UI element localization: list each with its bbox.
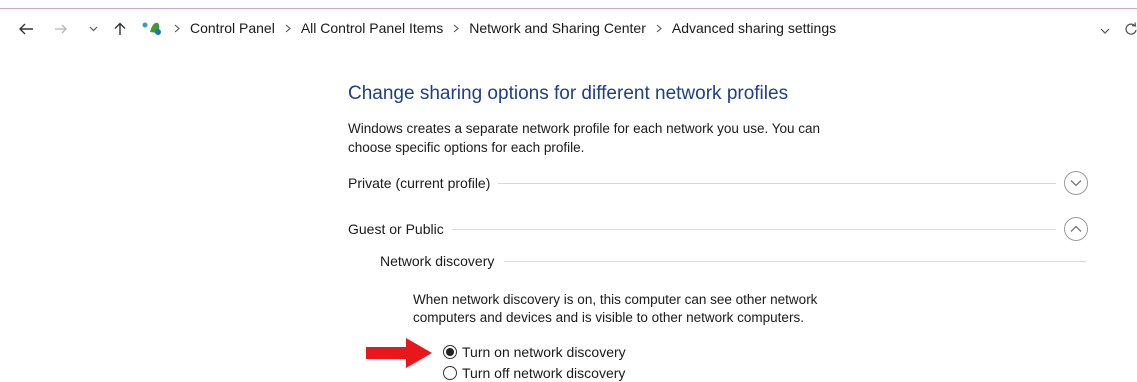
network-discovery-description: When network discovery is on, this compu…: [413, 292, 818, 325]
network-center-icon[interactable]: [142, 20, 166, 36]
up-button[interactable]: [112, 20, 128, 38]
page-title: Change sharing options for different net…: [348, 83, 789, 104]
recent-locations-button[interactable]: [87, 20, 99, 38]
up-arrow-icon: [114, 22, 126, 35]
red-arrow-icon: [366, 338, 432, 368]
breadcrumb-all-items[interactable]: All Control Panel Items: [299, 20, 445, 36]
refresh-icon: [1125, 22, 1137, 35]
breadcrumb-control-panel[interactable]: Control Panel: [188, 20, 277, 36]
refresh-button[interactable]: [1124, 22, 1137, 38]
left-arrow-icon: [19, 23, 33, 35]
radio-button-selected[interactable]: [443, 345, 457, 359]
chevron-right-icon[interactable]: [648, 19, 670, 37]
chevron-down-icon: [1100, 28, 1110, 34]
profile-private-label: Private (current profile): [348, 175, 491, 191]
radio-turn-off-discovery[interactable]: Turn off network discovery: [443, 364, 625, 382]
network-discovery-header: Network discovery: [380, 251, 1086, 271]
radio-label: Turn on network discovery: [462, 344, 626, 360]
breadcrumb-advanced-sharing[interactable]: Advanced sharing settings: [670, 20, 838, 36]
collapse-profile-button[interactable]: [1064, 217, 1088, 241]
radio-label: Turn off network discovery: [462, 365, 626, 381]
address-bar: Control Panel All Control Panel Items Ne…: [0, 10, 1137, 46]
divider: [498, 182, 1056, 184]
expand-profile-button[interactable]: [1064, 171, 1088, 195]
back-button[interactable]: [16, 20, 36, 38]
address-dropdown-button[interactable]: [1100, 22, 1114, 38]
radio-button[interactable]: [443, 366, 457, 380]
radio-turn-on-discovery[interactable]: Turn on network discovery: [443, 343, 626, 361]
forward-button[interactable]: [52, 20, 70, 38]
divider: [504, 260, 1086, 262]
profile-guest-header[interactable]: Guest or Public: [348, 217, 1088, 241]
divider: [451, 228, 1056, 230]
chevron-up-icon: [1070, 225, 1082, 232]
breadcrumb: Control Panel All Control Panel Items Ne…: [142, 10, 838, 46]
chevron-right-icon[interactable]: [277, 19, 299, 37]
chevron-right-icon[interactable]: [445, 19, 467, 37]
chevron-down-icon: [1070, 180, 1082, 187]
profile-guest-label: Guest or Public: [348, 221, 444, 237]
breadcrumb-network-sharing[interactable]: Network and Sharing Center: [467, 20, 648, 36]
network-discovery-title: Network discovery: [380, 253, 495, 269]
chevron-right-icon[interactable]: [166, 19, 188, 37]
right-arrow-icon: [55, 24, 67, 34]
window-top-edge: [0, 0, 1137, 9]
profile-private-header[interactable]: Private (current profile): [348, 171, 1088, 195]
intro-text: Windows creates a separate network profi…: [348, 121, 821, 155]
chevron-down-icon: [89, 26, 97, 32]
